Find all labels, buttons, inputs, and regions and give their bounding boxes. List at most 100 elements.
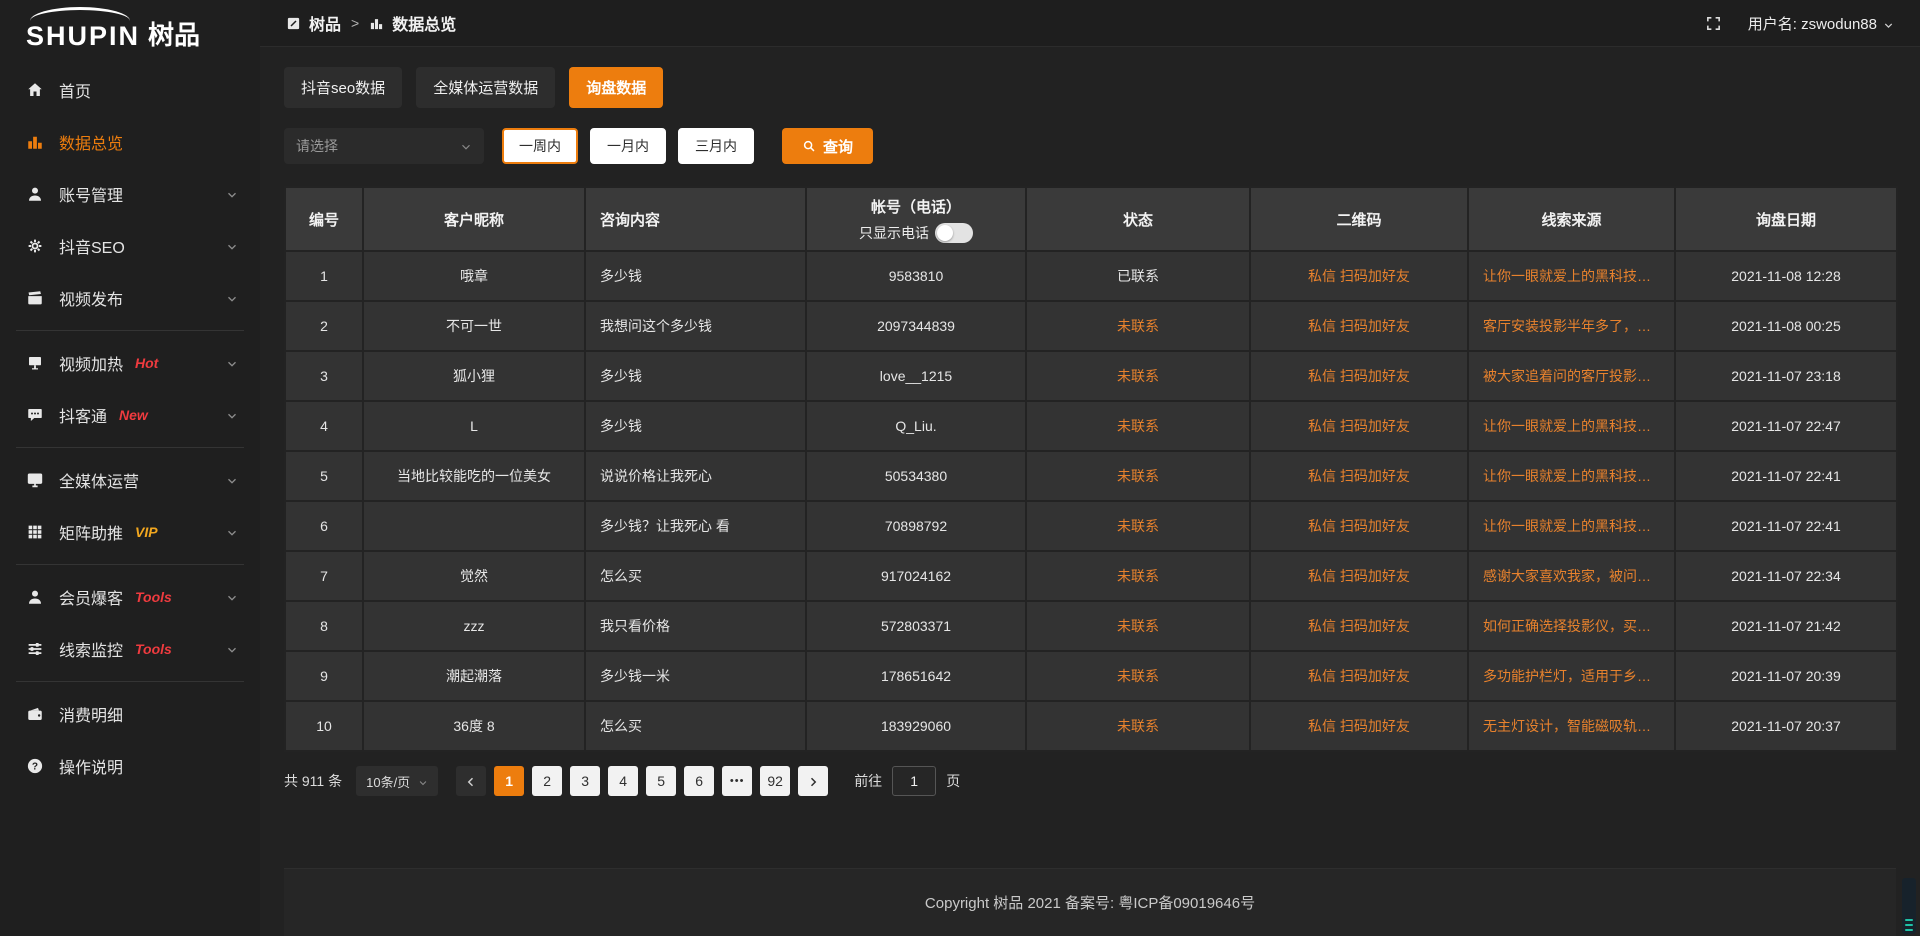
cell-source-link[interactable]: 被大家追着问的客厅投影分享... bbox=[1468, 351, 1675, 401]
table-row: 1哦章多少钱9583810已联系私信 扫码加好友让你一眼就爱上的黑科技，能...… bbox=[285, 251, 1897, 301]
cell-source-link[interactable]: 客厅安装投影半年多了，真实... bbox=[1468, 301, 1675, 351]
search-button-label: 查询 bbox=[823, 136, 853, 157]
cell-no: 1 bbox=[285, 251, 363, 301]
page-button-92[interactable]: 92 bbox=[760, 766, 790, 796]
sidebar-item-expense-detail[interactable]: 消费明细 bbox=[0, 688, 260, 740]
cell-qr-link[interactable]: 私信 扫码加好友 bbox=[1250, 251, 1468, 301]
filter-select[interactable]: 请选择 bbox=[284, 128, 484, 164]
sidebar-item-home[interactable]: 首页 bbox=[0, 64, 260, 116]
chevron-down-icon bbox=[226, 526, 238, 538]
cell-qr-link[interactable]: 私信 扫码加好友 bbox=[1250, 701, 1468, 751]
sidebar-item-label: 视频发布 bbox=[59, 286, 123, 310]
page-ellipsis-button[interactable]: ••• bbox=[722, 766, 752, 796]
range-button-1[interactable]: 一月内 bbox=[590, 128, 666, 164]
cell-nickname: 哦章 bbox=[363, 251, 585, 301]
cell-status: 未联系 bbox=[1026, 501, 1250, 551]
cell-status: 未联系 bbox=[1026, 401, 1250, 451]
chevron-down-icon bbox=[460, 140, 472, 152]
cell-qr-link[interactable]: 私信 扫码加好友 bbox=[1250, 501, 1468, 551]
cell-account: 9583810 bbox=[806, 251, 1026, 301]
page-button-2[interactable]: 2 bbox=[532, 766, 562, 796]
cell-source-link[interactable]: 多功能护栏灯，适用于乡村文... bbox=[1468, 651, 1675, 701]
fullscreen-icon[interactable] bbox=[1705, 15, 1722, 32]
page-size-select[interactable]: 10条/页 bbox=[356, 766, 438, 796]
cell-status: 未联系 bbox=[1026, 451, 1250, 501]
cell-status: 未联系 bbox=[1026, 601, 1250, 651]
cell-status: 已联系 bbox=[1026, 251, 1250, 301]
sidebar-item-help[interactable]: ?操作说明 bbox=[0, 740, 260, 792]
cell-account: 2097344839 bbox=[806, 301, 1026, 351]
cell-qr-link[interactable]: 私信 扫码加好友 bbox=[1250, 401, 1468, 451]
sidebar-item-label: 抖客通 bbox=[59, 403, 107, 427]
sidebar-item-label: 线索监控 bbox=[59, 637, 123, 661]
tab-2[interactable]: 询盘数据 bbox=[569, 67, 663, 108]
search-button[interactable]: 查询 bbox=[782, 128, 873, 164]
copyright-text: Copyright 树品 2021 备案号: 粤ICP备09019646号 bbox=[925, 892, 1255, 913]
sidebar-item-label: 消费明细 bbox=[59, 702, 123, 726]
cell-nickname: 潮起潮落 bbox=[363, 651, 585, 701]
cell-source-link[interactable]: 如何正确选择投影仪，买投影... bbox=[1468, 601, 1675, 651]
breadcrumb-root-icon bbox=[286, 16, 301, 31]
sidebar-item-member-baoke[interactable]: 会员爆客Tools bbox=[0, 571, 260, 623]
cell-qr-link[interactable]: 私信 扫码加好友 bbox=[1250, 301, 1468, 351]
cell-account: Q_Liu. bbox=[806, 401, 1026, 451]
cell-no: 2 bbox=[285, 301, 363, 351]
range-button-2[interactable]: 三月内 bbox=[678, 128, 754, 164]
cell-qr-link[interactable]: 私信 扫码加好友 bbox=[1250, 551, 1468, 601]
page-footer: Copyright 树品 2021 备案号: 粤ICP备09019646号 bbox=[284, 868, 1896, 936]
breadcrumb-chart-icon bbox=[369, 16, 384, 31]
cell-source-link[interactable]: 让你一眼就爱上的黑科技，能... bbox=[1468, 451, 1675, 501]
cell-nickname bbox=[363, 501, 585, 551]
range-button-0[interactable]: 一周内 bbox=[502, 128, 578, 164]
sidebar-item-data-overview[interactable]: 数据总览 bbox=[0, 116, 260, 168]
sidebar-item-douketong[interactable]: 抖客通New bbox=[0, 389, 260, 441]
next-page-button[interactable] bbox=[798, 766, 828, 796]
phone-toggle-row: 只显示电话 bbox=[807, 223, 1025, 243]
table-body: 1哦章多少钱9583810已联系私信 扫码加好友让你一眼就爱上的黑科技，能...… bbox=[285, 251, 1897, 751]
chevron-left-icon bbox=[465, 775, 477, 787]
page-button-4[interactable]: 4 bbox=[608, 766, 638, 796]
cell-no: 10 bbox=[285, 701, 363, 751]
sidebar-item-video-publish[interactable]: 视频发布 bbox=[0, 272, 260, 324]
table-row: 5当地比较能吃的一位美女说说价格让我死心50534380未联系私信 扫码加好友让… bbox=[285, 451, 1897, 501]
user-menu[interactable]: 用户名: zswodun88 bbox=[1748, 13, 1894, 34]
goto-page-input[interactable] bbox=[892, 766, 936, 796]
sidebar-item-label: 首页 bbox=[59, 78, 91, 102]
sidebar-item-matrix-boost[interactable]: 矩阵助推VIP bbox=[0, 506, 260, 558]
page-button-1[interactable]: 1 bbox=[494, 766, 524, 796]
cell-source-link[interactable]: 让你一眼就爱上的黑科技，能... bbox=[1468, 501, 1675, 551]
breadcrumb-root[interactable]: 树品 bbox=[309, 11, 341, 35]
cell-qr-link[interactable]: 私信 扫码加好友 bbox=[1250, 451, 1468, 501]
tab-0[interactable]: 抖音seo数据 bbox=[284, 67, 402, 108]
page-button-5[interactable]: 5 bbox=[646, 766, 676, 796]
sidebar-item-label: 操作说明 bbox=[59, 754, 123, 778]
cell-qr-link[interactable]: 私信 扫码加好友 bbox=[1250, 651, 1468, 701]
cell-source-link[interactable]: 让你一眼就爱上的黑科技，能... bbox=[1468, 401, 1675, 451]
chevron-down-icon bbox=[226, 188, 238, 200]
sidebar-item-label: 全媒体运营 bbox=[59, 468, 139, 492]
cell-date: 2021-11-08 00:25 bbox=[1675, 301, 1897, 351]
sidebar-item-lead-monitor[interactable]: 线索监控Tools bbox=[0, 623, 260, 675]
cell-qr-link[interactable]: 私信 扫码加好友 bbox=[1250, 351, 1468, 401]
cell-source-link[interactable]: 感谢大家喜欢我家，被问了好... bbox=[1468, 551, 1675, 601]
top-bar: 树品 > 数据总览 用户名: zswodun88 bbox=[260, 0, 1920, 47]
page-button-3[interactable]: 3 bbox=[570, 766, 600, 796]
breadcrumb-separator: > bbox=[351, 15, 359, 31]
prev-page-button[interactable] bbox=[456, 766, 486, 796]
sidebar-item-account-manage[interactable]: 账号管理 bbox=[0, 168, 260, 220]
cell-account: 50534380 bbox=[806, 451, 1026, 501]
cell-source-link[interactable]: 让你一眼就爱上的黑科技，能... bbox=[1468, 251, 1675, 301]
phone-only-toggle[interactable] bbox=[935, 223, 973, 243]
sidebar-item-video-heat[interactable]: 视频加热Hot bbox=[0, 337, 260, 389]
cell-source-link[interactable]: 无主灯设计，智能磁吸轨道灯... bbox=[1468, 701, 1675, 751]
cell-account: 917024162 bbox=[806, 551, 1026, 601]
page-button-6[interactable]: 6 bbox=[684, 766, 714, 796]
sidebar-item-douyin-seo[interactable]: 抖音SEO bbox=[0, 220, 260, 272]
table-row: 2不可一世我想问这个多少钱2097344839未联系私信 扫码加好友客厅安装投影… bbox=[285, 301, 1897, 351]
sidebar-divider bbox=[16, 564, 244, 565]
tab-1[interactable]: 全媒体运营数据 bbox=[416, 67, 555, 108]
cell-content: 多少钱 bbox=[585, 351, 806, 401]
cell-qr-link[interactable]: 私信 扫码加好友 bbox=[1250, 601, 1468, 651]
sidebar-item-omni-media[interactable]: 全媒体运营 bbox=[0, 454, 260, 506]
user-icon bbox=[26, 588, 44, 606]
